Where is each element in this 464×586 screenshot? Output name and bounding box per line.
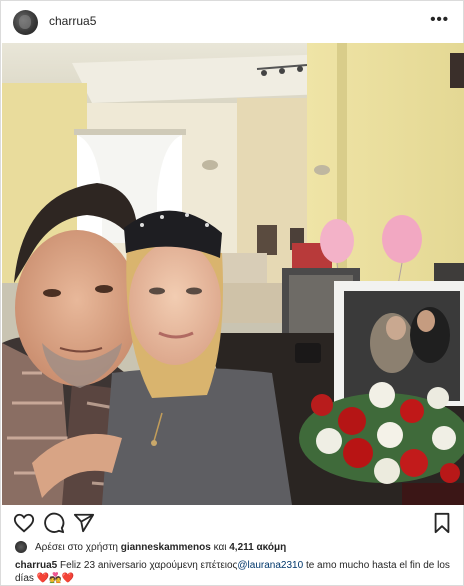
profile-avatar[interactable] <box>13 10 38 35</box>
caption-mention[interactable]: @laurana2310 <box>237 560 303 571</box>
post-caption: charrua5 Feliz 23 aniversario χαρούμενη … <box>15 559 455 585</box>
liker-username[interactable]: gianneskammenos <box>121 542 211 553</box>
liker-avatar[interactable] <box>15 541 27 553</box>
caption-username[interactable]: charrua5 <box>15 560 57 571</box>
heart-icon[interactable] <box>13 512 35 534</box>
selfie-image <box>2 43 464 505</box>
instagram-post: charrua5 ••• Αρέσει στο χρήστη gianneska… <box>0 0 464 586</box>
caption-text: Feliz 23 aniversario χαρούμενη επέτειος <box>60 560 238 571</box>
post-actions <box>1 509 463 537</box>
bookmark-icon[interactable] <box>431 512 453 534</box>
more-options-icon[interactable]: ••• <box>430 11 449 28</box>
likes-prefix: Αρέσει στο χρήστη <box>35 541 118 553</box>
username[interactable]: charrua5 <box>49 14 96 28</box>
post-photo[interactable] <box>2 43 464 505</box>
likes-connector: και <box>213 541 227 553</box>
likes-line: Αρέσει στο χρήστη gianneskammenos και 4,… <box>15 541 286 553</box>
post-header: charrua5 ••• <box>1 1 463 43</box>
likes-count[interactable]: 4,211 ακόμη <box>229 542 286 553</box>
comment-icon[interactable] <box>43 512 65 534</box>
caption-emoji: ❤️💑❤️ <box>36 573 75 584</box>
share-icon[interactable] <box>73 512 95 534</box>
